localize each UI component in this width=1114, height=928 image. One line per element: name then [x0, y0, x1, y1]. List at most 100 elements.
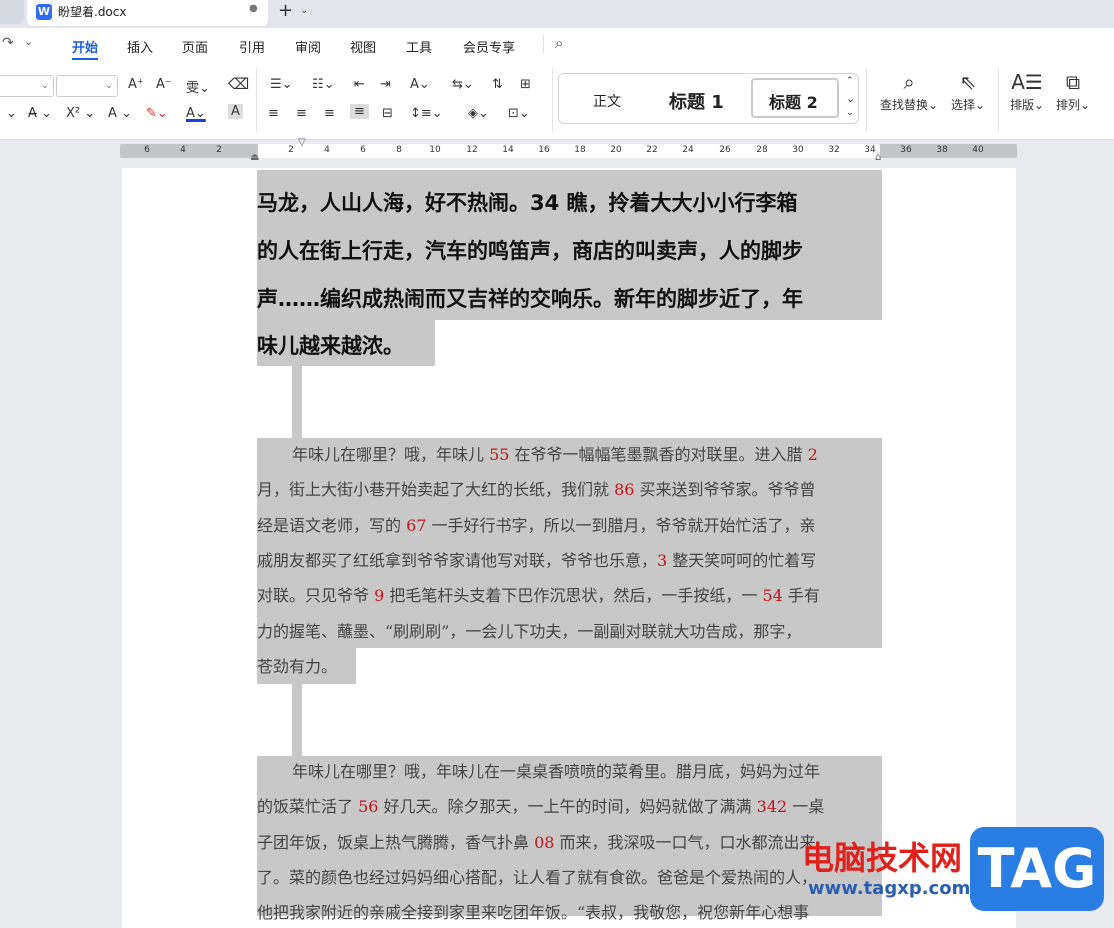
text-run: 对联。只见爷爷: [257, 586, 375, 606]
bullet-list-icon[interactable]: ☰⌄: [270, 77, 293, 92]
previous-tab[interactable]: [0, 0, 24, 24]
sort-icon[interactable]: ⇅: [492, 77, 503, 92]
tab-member[interactable]: 会员专享: [463, 37, 515, 56]
text-run: 好几天。除夕那天，一上午的时间，妈妈就做了满满: [378, 797, 757, 817]
ruler-tick: 36: [900, 145, 912, 155]
text-run: 买来送到爷爷家。爷爷曾: [634, 480, 816, 500]
clear-format-icon[interactable]: ⌫: [228, 75, 249, 93]
tab-bar: W 盼望着.docx ● + ⌄: [0, 0, 1114, 28]
highlight-icon[interactable]: ✎⌄: [146, 106, 168, 121]
heading-line: 马龙，人山人海，好不热闹。34 瞧，拎着大大小小行李箱: [257, 191, 798, 215]
text-direction-icon[interactable]: A⌄: [410, 77, 430, 92]
align-right-icon[interactable]: ≡: [324, 106, 335, 121]
ruler-tick: 8: [396, 145, 402, 155]
phonetic-guide-icon[interactable]: 雯⌄: [186, 77, 210, 96]
first-line-indent-marker-icon[interactable]: ▽: [298, 137, 306, 148]
close-tab-icon[interactable]: ●: [249, 3, 258, 14]
style-more-icon[interactable]: ⌄: [846, 108, 854, 118]
selection-highlight: [292, 684, 302, 756]
layout-icon: A☰: [1011, 70, 1043, 94]
grow-font-icon[interactable]: A⁺: [128, 77, 144, 92]
align-center-icon[interactable]: ≡: [296, 106, 307, 121]
search-icon[interactable]: ⌕: [555, 34, 563, 52]
increase-indent-icon[interactable]: ⇥: [380, 77, 391, 92]
watermark-url: www.tagxp.com: [808, 878, 971, 899]
ruler-tick: 14: [502, 145, 514, 155]
arrange-icon: ⧉: [1065, 70, 1081, 94]
quick-access-dropdown-icon[interactable]: ⌄: [24, 35, 33, 48]
paragraph-line: 月，街上大街小巷开始卖起了大红的长纸，我们就 86 买来送到爷爷家。爷爷曾: [257, 480, 816, 500]
find-replace-button[interactable]: ⌕ 查找替换⌄: [880, 70, 938, 113]
distributed-align-icon[interactable]: ⊟: [382, 106, 393, 121]
text-effect-icon[interactable]: A ⌄: [108, 106, 132, 121]
text-run: 经是语文老师，写的: [257, 515, 407, 535]
arrange-button[interactable]: ⧉ 排列⌄: [1056, 70, 1090, 113]
redo-icon[interactable]: ↷: [2, 35, 14, 51]
tab-page[interactable]: 页面: [182, 37, 208, 56]
document-tab[interactable]: W 盼望着.docx ●: [27, 0, 268, 26]
new-tab-plus-icon[interactable]: +: [278, 0, 293, 21]
selection-highlight: [292, 366, 302, 438]
font-family-select[interactable]: ⌄: [0, 75, 54, 97]
tab-view[interactable]: 视图: [350, 37, 376, 56]
tab-tools[interactable]: 工具: [406, 37, 432, 56]
show-marks-icon[interactable]: ⊞: [520, 77, 531, 92]
red-number: 08: [534, 832, 555, 852]
font-size-select[interactable]: ⌄: [56, 75, 118, 97]
ruler-tick: 2: [288, 145, 294, 155]
text-run: 月，街上大街小巷开始卖起了大红的长纸，我们就: [257, 480, 615, 500]
char-shading-icon[interactable]: A: [228, 104, 243, 119]
heading-line: 声……编织成热闹而又吉祥的交响乐。新年的脚步近了，年: [257, 287, 803, 311]
red-number: 342: [756, 797, 788, 817]
justify-icon[interactable]: ≡: [350, 104, 369, 119]
right-indent-marker-icon[interactable]: ⌂: [875, 152, 881, 163]
superscript-icon[interactable]: X² ⌄: [66, 106, 95, 121]
ruler-tick: 34: [864, 145, 876, 155]
paragraph-spacing-icon[interactable]: ↕≡⌄: [410, 106, 443, 121]
magnifier-icon: ⌕: [903, 70, 915, 94]
style-scroll-up-icon[interactable]: ⌃: [846, 76, 854, 86]
text-run: 而来，我深吸一口气，口水都流出来: [554, 832, 816, 852]
numbered-list-icon[interactable]: ☷⌄: [312, 77, 335, 92]
align-left-icon[interactable]: ≡: [268, 106, 279, 121]
new-tab-dropdown-icon[interactable]: ⌄: [300, 5, 308, 16]
strikethrough-icon[interactable]: ⌄: [6, 106, 17, 121]
decrease-indent-icon[interactable]: ⇤: [354, 77, 365, 92]
left-indent-marker-icon[interactable]: ⏏: [250, 152, 259, 163]
paragraph-line: 对联。只见爷爷 9 把毛笔杆头支着下巴作沉思状，然后，一手按纸，一 54 手有: [257, 586, 820, 606]
text-run: 了。菜的颜色也经过妈妈细心搭配，让人看了就有食欲。爸爸是个爱热闹的人，: [257, 867, 818, 887]
tab-home[interactable]: 开始: [72, 37, 98, 56]
ruler-tick: 40: [972, 145, 984, 155]
ruler-tick: 2: [216, 145, 222, 155]
line-spacing-icon[interactable]: ⇆⌄: [452, 77, 474, 92]
style-normal[interactable]: 正文: [593, 91, 621, 111]
style-scroll-down-icon[interactable]: ⌄: [846, 92, 855, 105]
ruler-tick: 16: [538, 145, 550, 155]
menu-bar: ↷ ⌄ 开始 插入 页面 引用 审阅 视图 工具 会员专享 ⌕: [0, 28, 1114, 62]
text-run: 他把我家附近的亲戚全接到家里来吃团年饭。“表叔，我敬您，祝您新年心想事: [257, 903, 810, 923]
style-heading-2[interactable]: 标题 2: [769, 89, 818, 113]
layout-button[interactable]: A☰ 排版⌄: [1010, 70, 1044, 113]
selection-highlight: [257, 438, 882, 648]
style-heading-1[interactable]: 标题 1: [669, 88, 724, 114]
select-button[interactable]: ⇖ 选择⌄: [951, 70, 985, 113]
ruler-tick: 12: [466, 145, 478, 155]
tab-references[interactable]: 引用: [239, 37, 265, 56]
text-run: 苍劲有力。: [257, 656, 338, 676]
ruler-tick: 24: [682, 145, 694, 155]
paragraph-line: 子团年饭，饭桌上热气腾腾，香气扑鼻 08 而来，我深吸一口气，口水都流出来: [257, 833, 816, 853]
borders-icon[interactable]: ⊡⌄: [508, 106, 530, 121]
ruler-text-area: [258, 144, 880, 158]
ruler-tick: 10: [429, 145, 441, 155]
underline-style-icon[interactable]: A̶ ⌄: [28, 106, 52, 121]
tab-insert[interactable]: 插入: [127, 37, 153, 56]
tab-review[interactable]: 审阅: [295, 37, 321, 56]
shrink-font-icon[interactable]: A⁻: [156, 77, 172, 92]
ribbon-divider: [866, 68, 867, 132]
paragraph-line: 年味儿在哪里？哦，年味儿在一桌桌香喷喷的菜肴里。腊月底，妈妈为过年: [292, 762, 820, 782]
font-color-icon[interactable]: A⌄: [186, 106, 206, 121]
text-run: 在爷爷一幅幅笔墨飘香的对联里。进入腊: [509, 445, 808, 464]
cursor-arrow-icon: ⇖: [959, 70, 977, 94]
ribbon-divider: [998, 68, 999, 132]
shading-icon[interactable]: ◈⌄: [468, 106, 489, 121]
